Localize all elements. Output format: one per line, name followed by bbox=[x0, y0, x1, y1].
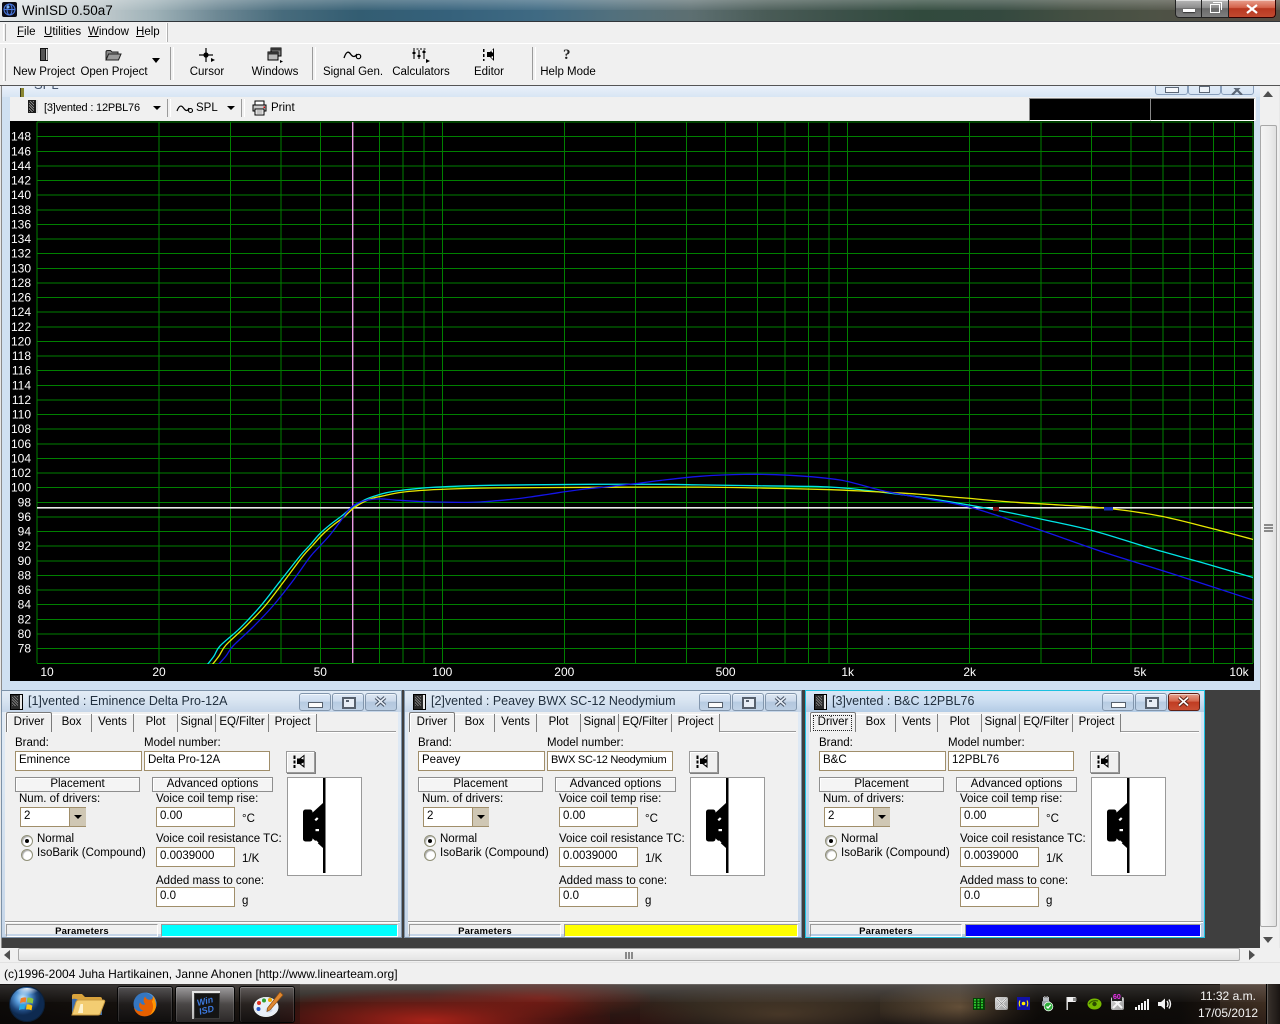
svg-text:106: 106 bbox=[11, 437, 31, 451]
svg-text:1k: 1k bbox=[841, 665, 855, 679]
svg-text:10k: 10k bbox=[1229, 665, 1249, 679]
svg-text:132: 132 bbox=[11, 247, 31, 261]
svg-text:5k: 5k bbox=[1134, 665, 1148, 679]
svg-text:98: 98 bbox=[18, 495, 32, 509]
svg-text:108: 108 bbox=[11, 422, 31, 436]
svg-text:78: 78 bbox=[18, 642, 32, 656]
svg-text:20: 20 bbox=[152, 665, 166, 679]
svg-text:112: 112 bbox=[12, 393, 31, 407]
svg-text:130: 130 bbox=[11, 261, 31, 275]
svg-text:124: 124 bbox=[11, 305, 31, 319]
svg-text:110: 110 bbox=[12, 408, 31, 422]
svg-text:122: 122 bbox=[11, 320, 31, 334]
svg-text:90: 90 bbox=[18, 554, 32, 568]
svg-text:100: 100 bbox=[11, 481, 31, 495]
svg-text:84: 84 bbox=[18, 598, 32, 612]
svg-text:100: 100 bbox=[432, 665, 452, 679]
svg-text:10: 10 bbox=[40, 665, 54, 679]
svg-text:86: 86 bbox=[18, 583, 32, 597]
svg-text:118: 118 bbox=[12, 349, 31, 363]
svg-text:142: 142 bbox=[11, 174, 31, 188]
svg-text:500: 500 bbox=[716, 665, 736, 679]
svg-text:146: 146 bbox=[11, 144, 31, 158]
svg-text:114: 114 bbox=[12, 378, 31, 392]
svg-text:116: 116 bbox=[12, 364, 31, 378]
svg-text:92: 92 bbox=[18, 539, 32, 553]
svg-text:120: 120 bbox=[11, 334, 31, 348]
svg-text:140: 140 bbox=[11, 188, 31, 202]
svg-text:2k: 2k bbox=[963, 665, 977, 679]
svg-text:148: 148 bbox=[11, 130, 31, 144]
svg-text:134: 134 bbox=[11, 232, 31, 246]
svg-text:126: 126 bbox=[11, 291, 31, 305]
svg-text:104: 104 bbox=[11, 452, 31, 466]
svg-text:94: 94 bbox=[18, 525, 32, 539]
svg-text:200: 200 bbox=[554, 665, 574, 679]
svg-text:136: 136 bbox=[11, 217, 31, 231]
svg-text:144: 144 bbox=[11, 159, 31, 173]
svg-text:96: 96 bbox=[18, 510, 32, 524]
svg-text:138: 138 bbox=[11, 203, 31, 217]
svg-text:102: 102 bbox=[11, 466, 31, 480]
svg-text:128: 128 bbox=[11, 276, 31, 290]
svg-text:82: 82 bbox=[18, 612, 32, 626]
svg-text:88: 88 bbox=[18, 569, 32, 583]
svg-text:80: 80 bbox=[18, 627, 32, 641]
svg-text:50: 50 bbox=[314, 665, 328, 679]
